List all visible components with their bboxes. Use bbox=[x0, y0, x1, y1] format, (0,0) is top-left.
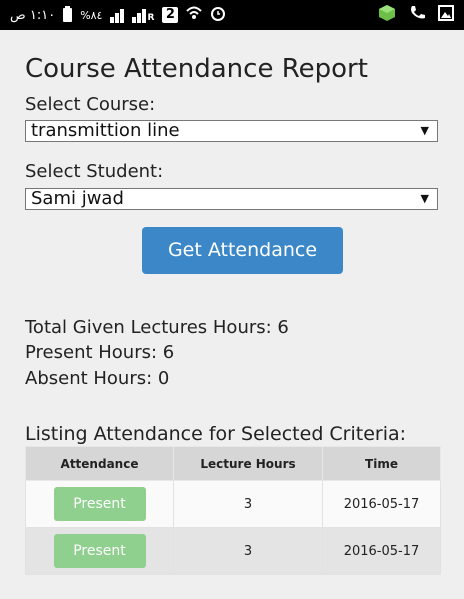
student-value: Sami jwad bbox=[31, 188, 124, 209]
status-right bbox=[378, 0, 454, 30]
attendance-cell: Present bbox=[25, 480, 174, 528]
attendance-cell: Present bbox=[25, 527, 174, 575]
signal-roaming-icon: R bbox=[132, 7, 154, 23]
table-row: Present 3 2016-05-17 bbox=[25, 480, 441, 528]
wifi-icon bbox=[186, 5, 203, 25]
time-cell: 2016-05-17 bbox=[322, 480, 441, 528]
status-left: ١:١٠ ص %٨٤ R 2 bbox=[10, 0, 226, 30]
listing-heading: Listing Attendance for Selected Criteria… bbox=[25, 423, 407, 445]
image-icon bbox=[438, 5, 454, 25]
time-cell: 2016-05-17 bbox=[322, 527, 441, 575]
attendance-table: Attendance Lecture Hours Time Present 3 … bbox=[25, 446, 441, 575]
battery-icon bbox=[63, 6, 73, 22]
sim-badge: 2 bbox=[162, 7, 179, 23]
status-bar: ١:١٠ ص %٨٤ R 2 bbox=[0, 0, 464, 30]
dropdown-arrow-icon: ▼ bbox=[420, 192, 429, 205]
column-header-time: Time bbox=[322, 446, 441, 481]
hours-cell: 3 bbox=[173, 527, 323, 575]
app-cube-icon bbox=[378, 4, 396, 26]
table-header-row: Attendance Lecture Hours Time bbox=[25, 446, 441, 481]
absent-hours: Absent Hours: 0 bbox=[25, 368, 170, 389]
phone-icon bbox=[408, 4, 426, 26]
student-select[interactable]: Sami jwad ▼ bbox=[25, 188, 438, 210]
page-title: Course Attendance Report bbox=[25, 54, 368, 84]
present-badge[interactable]: Present bbox=[53, 487, 146, 521]
column-header-lecture-hours: Lecture Hours bbox=[173, 446, 323, 481]
course-label: Select Course: bbox=[25, 94, 156, 115]
course-value: transmittion line bbox=[31, 120, 180, 141]
dropdown-arrow-icon: ▼ bbox=[420, 124, 429, 137]
alarm-icon bbox=[210, 5, 226, 25]
table-row: Present 3 2016-05-17 bbox=[25, 527, 441, 575]
battery-percent: %٨٤ bbox=[80, 8, 103, 22]
total-hours: Total Given Lectures Hours: 6 bbox=[25, 317, 289, 338]
clock: ١:١٠ ص bbox=[10, 7, 56, 23]
signal-icon bbox=[110, 7, 125, 23]
get-attendance-button[interactable]: Get Attendance bbox=[142, 227, 343, 274]
column-header-attendance: Attendance bbox=[25, 446, 174, 481]
student-label: Select Student: bbox=[25, 161, 164, 182]
course-select[interactable]: transmittion line ▼ bbox=[25, 120, 438, 142]
present-hours: Present Hours: 6 bbox=[25, 342, 175, 363]
hours-cell: 3 bbox=[173, 480, 323, 528]
present-badge[interactable]: Present bbox=[53, 534, 146, 568]
